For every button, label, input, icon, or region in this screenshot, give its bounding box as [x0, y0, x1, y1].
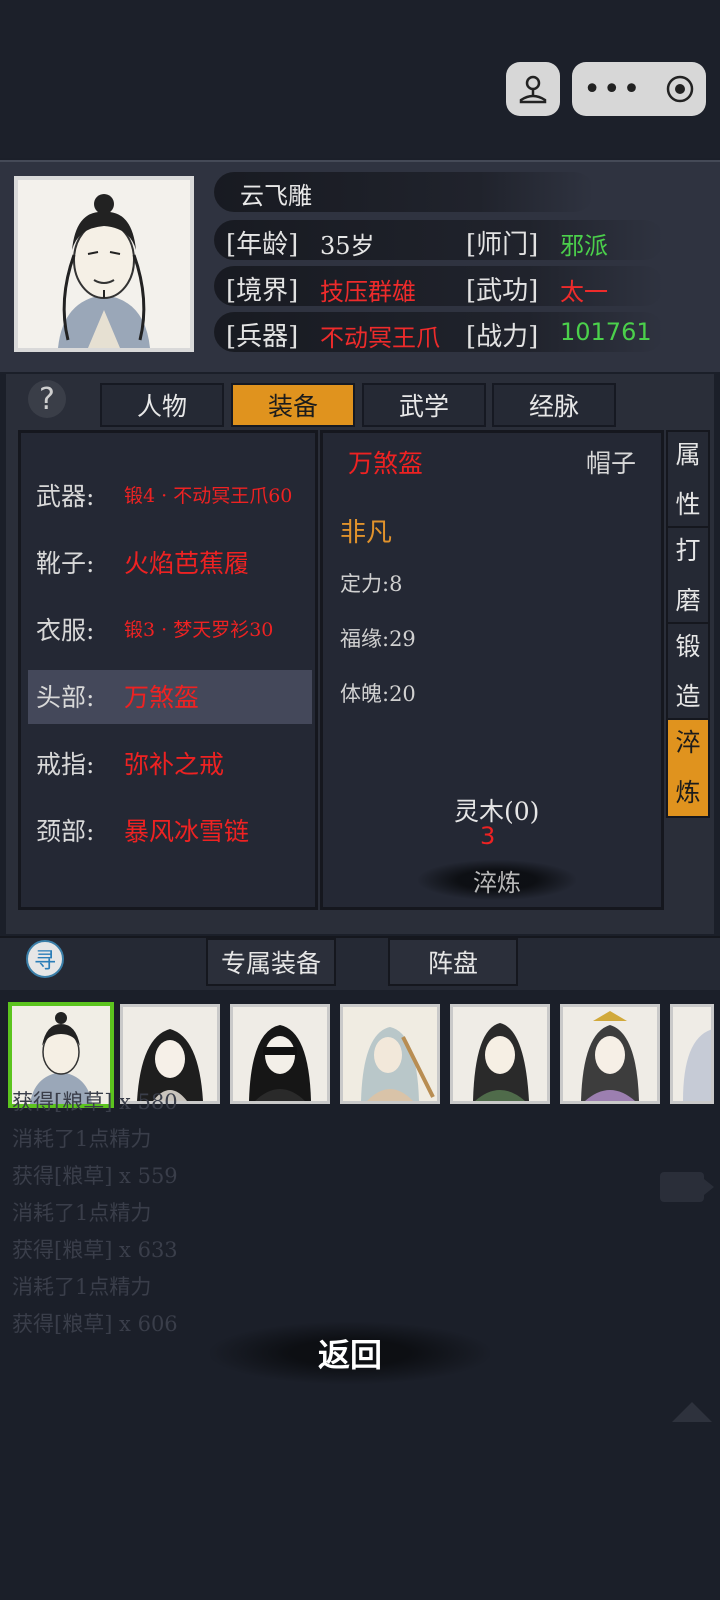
realm-label: [境界] — [226, 276, 299, 306]
hero-portrait[interactable] — [450, 1004, 550, 1104]
material-count: 灵木(0) — [454, 797, 540, 826]
equipment-item[interactable]: 万煞盔 — [124, 678, 199, 714]
log-line: 消耗了1点精力 — [12, 1127, 152, 1151]
character-portrait — [14, 176, 194, 352]
side-tab-char: 属 — [675, 440, 701, 469]
side-tab-attributes[interactable]: 属 性 — [666, 430, 710, 530]
log-line: 获得[粮草] x 580 — [12, 1090, 178, 1114]
side-tab-char: 锻 — [675, 632, 701, 661]
close-target-icon[interactable] — [665, 74, 695, 104]
slot-label: 戒指: — [36, 750, 95, 779]
side-tab-polish[interactable]: 打 磨 — [666, 526, 710, 626]
slot-label: 衣服: — [36, 616, 95, 645]
bottom-area — [0, 1440, 720, 1600]
equipment-item[interactable]: 锻4 · 不动冥王爪60 — [124, 481, 292, 508]
hero-portrait-partial[interactable] — [670, 1004, 714, 1104]
back-button[interactable]: 返回 — [210, 1322, 490, 1384]
item-slot: 帽子 — [586, 449, 637, 478]
tab-equipment[interactable]: 装备 — [231, 383, 355, 427]
slot-label: 头部: — [36, 683, 95, 712]
martial-value: 太一 — [560, 278, 608, 306]
weapon-value: 不动冥王爪 — [320, 324, 440, 352]
capsule-menu: ••• — [572, 62, 706, 116]
item-name: 万煞盔 — [348, 449, 424, 478]
joystick-icon — [519, 75, 547, 104]
tab-exclusive-equipment[interactable]: 专属装备 — [206, 938, 336, 986]
power-value: 101761 — [560, 318, 652, 346]
refine-button[interactable]: 淬炼 — [418, 860, 576, 900]
slot-label: 武器: — [36, 482, 95, 511]
slot-label: 颈部: — [36, 817, 95, 846]
realm-value: 技压群雄 — [320, 278, 416, 306]
help-icon[interactable]: ? — [28, 380, 66, 418]
log-line: 获得[粮草] x 633 — [12, 1238, 178, 1262]
side-tab-char: 造 — [675, 682, 701, 711]
age-value: 35岁 — [320, 232, 375, 260]
hero-portrait[interactable] — [560, 1004, 660, 1104]
character-name: 云飞雕 — [240, 182, 312, 210]
log-line: 消耗了1点精力 — [12, 1201, 152, 1225]
lower-tab-bar — [0, 936, 720, 990]
side-tab-char: 淬 — [675, 728, 701, 757]
item-stat: 福缘:29 — [340, 627, 416, 651]
seek-icon[interactable]: 寻 — [26, 940, 64, 978]
tab-martial-arts[interactable]: 武学 — [362, 383, 486, 427]
item-stat: 定力:8 — [340, 572, 403, 596]
hero-portrait[interactable] — [340, 1004, 440, 1104]
sect-value: 邪派 — [560, 232, 608, 260]
material-cost: 3 — [480, 822, 496, 850]
share-button[interactable] — [506, 62, 560, 116]
side-tab-refine[interactable]: 淬 炼 — [666, 718, 710, 818]
side-tab-forge[interactable]: 锻 造 — [666, 622, 710, 722]
equipment-item[interactable]: 火焰芭蕉履 — [124, 544, 249, 580]
slot-label: 靴子: — [36, 549, 95, 578]
hero-portrait[interactable] — [230, 1004, 330, 1104]
age-label: [年龄] — [226, 230, 299, 260]
log-line: 获得[粮草] x 606 — [12, 1312, 178, 1336]
side-tab-char: 性 — [675, 490, 701, 519]
tab-formation[interactable]: 阵盘 — [388, 938, 518, 986]
scroll-up-icon[interactable] — [672, 1402, 712, 1422]
weapon-label: [兵器] — [226, 322, 299, 352]
video-camera-icon[interactable] — [660, 1172, 714, 1202]
sect-label: [师门] — [466, 230, 539, 260]
item-stat: 体魄:20 — [340, 682, 416, 706]
equipment-item[interactable]: 弥补之戒 — [124, 745, 224, 781]
side-tab-char: 磨 — [675, 586, 701, 615]
log-line: 获得[粮草] x 559 — [12, 1164, 178, 1188]
side-tab-char: 打 — [675, 536, 701, 565]
tab-character[interactable]: 人物 — [100, 383, 224, 427]
log-line: 消耗了1点精力 — [12, 1275, 152, 1299]
power-label: [战力] — [466, 322, 539, 352]
tab-meridians[interactable]: 经脉 — [492, 383, 616, 427]
martial-label: [武功] — [466, 276, 539, 306]
more-icon[interactable]: ••• — [583, 72, 642, 107]
item-quality: 非凡 — [340, 518, 393, 548]
equipment-item[interactable]: 锻3 · 梦天罗衫30 — [124, 615, 273, 642]
equipment-item[interactable]: 暴风冰雪链 — [124, 812, 249, 848]
side-tab-char: 炼 — [675, 778, 701, 807]
